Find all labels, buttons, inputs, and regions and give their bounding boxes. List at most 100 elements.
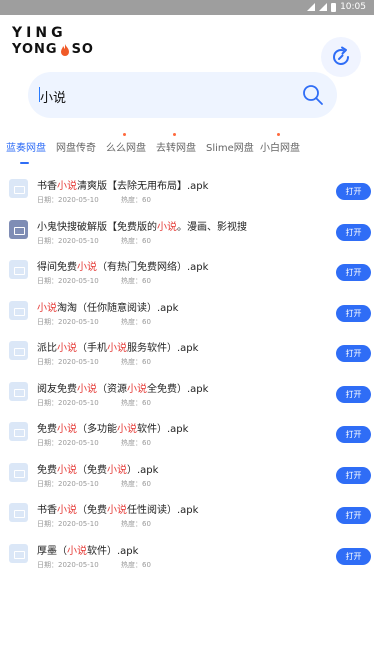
battery-icon — [331, 2, 337, 12]
title-text: 全免费）.apk — [147, 383, 209, 395]
title-text: 厚墨（ — [37, 545, 67, 557]
result-meta: 日期：2020-05-10 热度：60 — [37, 398, 151, 408]
title-text: （免费 — [77, 464, 107, 476]
title-text: 服务软件）.apk — [127, 343, 199, 354]
file-icon — [9, 179, 28, 198]
result-title[interactable]: 阅友免费小说（资源小说全免费）.apk — [37, 380, 208, 395]
result-row[interactable]: 书香小说（免费小说任性阅读）.apk 日期：2020-05-10 热度：60 打开 — [0, 495, 374, 535]
result-row[interactable]: 派比小说（手机小说服务软件）.apk 日期：2020-05-10 热度：60 打开 — [0, 333, 374, 373]
result-date: 日期：2020-05-10 — [37, 236, 99, 245]
result-date: 日期：2020-05-10 — [37, 317, 99, 326]
result-date: 日期：2020-05-10 — [37, 479, 99, 488]
title-text: 软件）.apk — [137, 424, 189, 435]
app-logo: YING YONG SO — [12, 25, 94, 58]
logo-line-1: YING — [12, 25, 67, 41]
search-icon[interactable] — [302, 84, 324, 106]
result-row[interactable]: 小说淘淘（任你随意阅读）.apk 日期：2020-05-10 热度：60 打开 — [0, 293, 374, 333]
result-row[interactable]: 免费小说（多功能小说软件）.apk 日期：2020-05-10 热度：60 打开 — [0, 414, 374, 454]
keyword-highlight: 小说 — [107, 505, 127, 516]
source-tabs: 蓝奏网盘 网盘传奇 么么网盘 去转网盘 Slime网盘 小白网盘 — [0, 130, 374, 170]
result-date: 日期：2020-05-10 — [37, 196, 99, 204]
result-row[interactable]: 小鬼快搜破解版【免费版的小说。漫画、影视搜日期：2020-05-10 热度：60 打… — [0, 212, 374, 252]
result-heat: 热度：60 — [121, 317, 151, 326]
tab-4[interactable]: Slime网盘 — [206, 139, 254, 154]
open-button[interactable]: 打开 — [336, 264, 371, 281]
refresh-icon — [333, 46, 349, 65]
title-text: 软件）.apk — [87, 545, 139, 557]
keyword-highlight: 小说 — [77, 383, 97, 395]
result-meta: 日期：2020-05-10 热度：60 — [37, 560, 151, 570]
tab-0[interactable]: 蓝奏网盘 — [6, 139, 46, 154]
open-button[interactable]: 打开 — [336, 385, 371, 403]
result-row[interactable]: 厚墨（小说软件）.apk 日期：2020-05-10 热度：60 打开 — [0, 536, 374, 576]
result-row[interactable]: 书香小说清爽版【去除无用布局】.apk 日期：2020-05-10 热度：60 打开 — [0, 171, 374, 211]
result-date: 日期：2020-05-10 — [37, 439, 99, 447]
title-text: （资源 — [97, 383, 127, 395]
new-dot — [277, 133, 280, 136]
wifi-icon — [307, 3, 316, 11]
tab-5[interactable]: 小白网盘 — [260, 133, 300, 154]
refresh-button[interactable] — [321, 37, 361, 77]
result-date: 日期：2020-05-10 — [37, 520, 99, 528]
result-row[interactable]: 免费小说（免费小说）.apk 日期：2020-05-10 热度：60 打开 — [0, 455, 374, 495]
result-heat: 热度：60 — [121, 196, 151, 204]
tab-1[interactable]: 网盘传奇 — [56, 139, 96, 154]
keyword-highlight: 小说 — [57, 343, 77, 354]
keyword-highlight: 小说 — [67, 545, 87, 557]
result-heat: 热度：60 — [121, 236, 151, 245]
keyword-highlight: 小说 — [57, 424, 77, 435]
result-title[interactable]: 免费小说（免费小说）.apk — [37, 461, 158, 476]
result-title[interactable]: 小说淘淘（任你随意阅读）.apk — [37, 299, 178, 314]
open-button[interactable]: 打开 — [336, 304, 371, 322]
title-text: 书香 — [37, 181, 57, 192]
new-dot — [173, 133, 176, 136]
keyword-highlight: 小说 — [157, 221, 177, 233]
result-heat: 热度：60 — [121, 398, 151, 407]
result-row[interactable]: 得间免费小说（有热门免费网络）.apk 日期：2020-05-10 热度：60 打开 — [0, 252, 374, 292]
result-heat: 热度：60 — [121, 358, 151, 366]
result-date: 日期：2020-05-10 — [37, 277, 99, 285]
result-date: 日期：2020-05-10 — [37, 398, 99, 407]
open-button[interactable]: 打开 — [336, 345, 371, 362]
search-bar[interactable]: 小说 — [28, 72, 337, 118]
result-meta: 日期：2020-05-10 热度：60 — [37, 276, 151, 286]
file-icon — [9, 422, 28, 441]
file-icon — [9, 462, 28, 482]
cloud-file-icon — [9, 219, 28, 239]
result-title[interactable]: 得间免费小说（有热门免费网络）.apk — [37, 258, 208, 273]
result-title[interactable]: 书香小说（免费小说任性阅读）.apk — [37, 501, 198, 516]
open-button[interactable]: 打开 — [336, 426, 371, 443]
result-heat: 热度：60 — [121, 479, 151, 488]
keyword-highlight: 小说 — [57, 505, 77, 516]
new-dot — [123, 133, 126, 136]
keyword-highlight: 小说 — [107, 343, 127, 354]
title-text: ）.apk — [127, 464, 159, 476]
title-text: 免费 — [37, 424, 57, 435]
title-text: 免费 — [37, 464, 57, 476]
title-text: 淘淘（任你随意阅读）.apk — [57, 302, 179, 314]
open-button[interactable]: 打开 — [336, 507, 371, 524]
result-title[interactable]: 小鬼快搜破解版【免费版的小说。漫画、影视搜 — [37, 218, 247, 233]
tab-3[interactable]: 去转网盘 — [156, 133, 196, 154]
tab-2[interactable]: 么么网盘 — [106, 133, 146, 154]
title-text: 得间免费 — [37, 262, 77, 273]
keyword-highlight: 小说 — [107, 464, 127, 476]
result-row[interactable]: 阅友免费小说（资源小说全免费）.apk 日期：2020-05-10 热度：60 打开 — [0, 374, 374, 414]
result-date: 日期：2020-05-10 — [37, 560, 99, 569]
file-icon — [9, 260, 28, 279]
result-heat: 热度：60 — [121, 439, 151, 447]
open-button[interactable]: 打开 — [336, 183, 371, 200]
result-title[interactable]: 免费小说（多功能小说软件）.apk — [37, 420, 188, 435]
open-button[interactable]: 打开 — [336, 547, 371, 565]
search-input[interactable]: 小说 — [40, 87, 66, 106]
result-title[interactable]: 派比小说（手机小说服务软件）.apk — [37, 339, 198, 354]
file-icon — [9, 503, 28, 522]
title-text: （有热门免费网络）.apk — [97, 262, 209, 273]
title-text: 阅友免费 — [37, 383, 77, 395]
result-title[interactable]: 厚墨（小说软件）.apk — [37, 542, 138, 557]
result-meta: 日期：2020-05-10 热度：60 — [37, 236, 151, 246]
file-icon — [9, 381, 28, 401]
open-button[interactable]: 打开 — [336, 223, 371, 241]
open-button[interactable]: 打开 — [336, 466, 371, 484]
result-title[interactable]: 书香小说清爽版【去除无用布局】.apk — [37, 177, 208, 192]
